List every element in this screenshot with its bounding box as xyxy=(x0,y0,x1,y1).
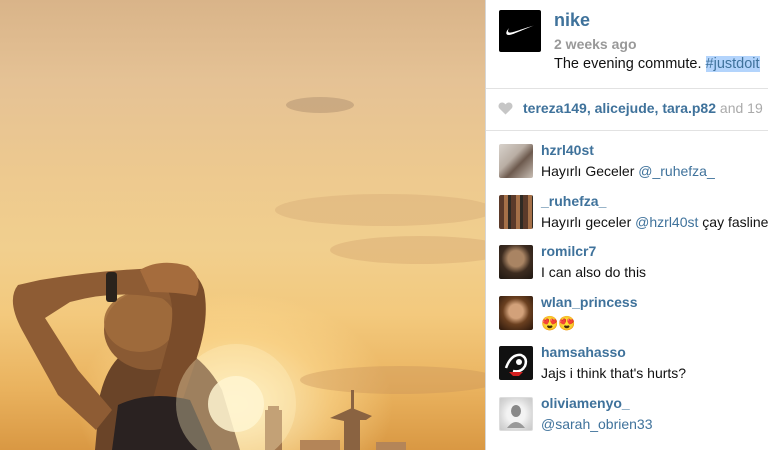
profile-photo xyxy=(507,404,525,428)
avatar[interactable] xyxy=(499,396,533,431)
logo-icon xyxy=(504,353,528,376)
likes-more-count[interactable]: 19 xyxy=(747,100,763,116)
comment-item: romilcr7 I can also do this xyxy=(486,241,768,292)
caption-text: The evening commute. xyxy=(554,56,702,72)
divider xyxy=(486,130,768,131)
post-header: nike 2 weeks ago The evening commute. #j… xyxy=(486,0,768,88)
like-user-link[interactable]: tereza149 xyxy=(523,100,587,116)
comment-item: hamsahasso Jajs i think that's hurts? xyxy=(486,342,768,393)
post-username[interactable]: nike xyxy=(554,10,590,31)
likes-row: tereza149, alicejude, tara.p82 and 19 xyxy=(498,100,768,118)
comment-username[interactable]: wlan_princess xyxy=(541,294,638,310)
caption-hashtag[interactable]: #justdoit xyxy=(705,56,760,72)
post-photo[interactable] xyxy=(0,0,485,450)
comment-mention[interactable]: @sarah_obrien33 xyxy=(541,416,653,432)
like-user-link[interactable]: alicejude xyxy=(595,100,655,116)
comment-username[interactable]: hzrl40st xyxy=(541,142,594,158)
comment-body: Hayırlı geceler xyxy=(541,213,632,230)
comment-item: wlan_princess 😍😍 xyxy=(486,292,768,343)
like-user-link[interactable]: tara.p82 xyxy=(662,100,716,116)
post-timestamp[interactable]: 2 weeks ago xyxy=(554,36,637,52)
like-separator: , xyxy=(654,100,659,116)
comment-item: _ruhefza_ Hayırlı geceler @hzrl40st çay … xyxy=(486,191,768,242)
comments-list: hzrl40st Hayırlı Geceler @_ruhefza_ _ruh… xyxy=(486,140,768,443)
comment-username[interactable]: romilcr7 xyxy=(541,243,596,259)
divider xyxy=(486,88,768,89)
heart-icon[interactable] xyxy=(498,102,513,118)
post-caption: The evening commute. #justdoit xyxy=(554,56,760,72)
comment-item: hzrl40st Hayırlı Geceler @_ruhefza_ xyxy=(486,140,768,191)
comment-username[interactable]: hamsahasso xyxy=(541,344,626,360)
comment-item: oliviamenyo_ @sarah_obrien33 xyxy=(486,393,768,444)
avatar[interactable] xyxy=(499,144,533,178)
avatar[interactable] xyxy=(499,10,541,52)
avatar[interactable] xyxy=(499,346,533,380)
comment-text: Hayırlı geceler @hzrl40st çay fasline xyxy=(541,214,768,230)
comment-body-trailing: çay fasline xyxy=(702,213,768,230)
like-separator: , xyxy=(586,100,591,116)
nike-swoosh-icon xyxy=(506,25,534,35)
avatar[interactable] xyxy=(499,295,533,330)
comment-text: Hayırlı Geceler @_ruhefza_ xyxy=(541,163,715,179)
comment-body: Hayırlı Geceler xyxy=(541,163,635,179)
photo-scene xyxy=(12,97,485,450)
post-details-panel: nike 2 weeks ago The evening commute. #j… xyxy=(486,0,768,450)
comment-text: 😍😍 xyxy=(541,314,576,331)
avatar[interactable] xyxy=(499,194,533,229)
comment-text: Jajs i think that's hurts? xyxy=(541,365,687,381)
comment-mention[interactable]: @hzrl40st xyxy=(635,214,698,230)
comment-text: I can also do this xyxy=(541,264,647,280)
avatar[interactable] xyxy=(499,245,533,279)
likes-conjunction: and xyxy=(719,100,744,116)
comment-mention[interactable]: @_ruhefza_ xyxy=(638,163,714,179)
comment-username[interactable]: _ruhefza_ xyxy=(541,193,606,209)
comment-username[interactable]: oliviamenyo_ xyxy=(541,395,630,411)
